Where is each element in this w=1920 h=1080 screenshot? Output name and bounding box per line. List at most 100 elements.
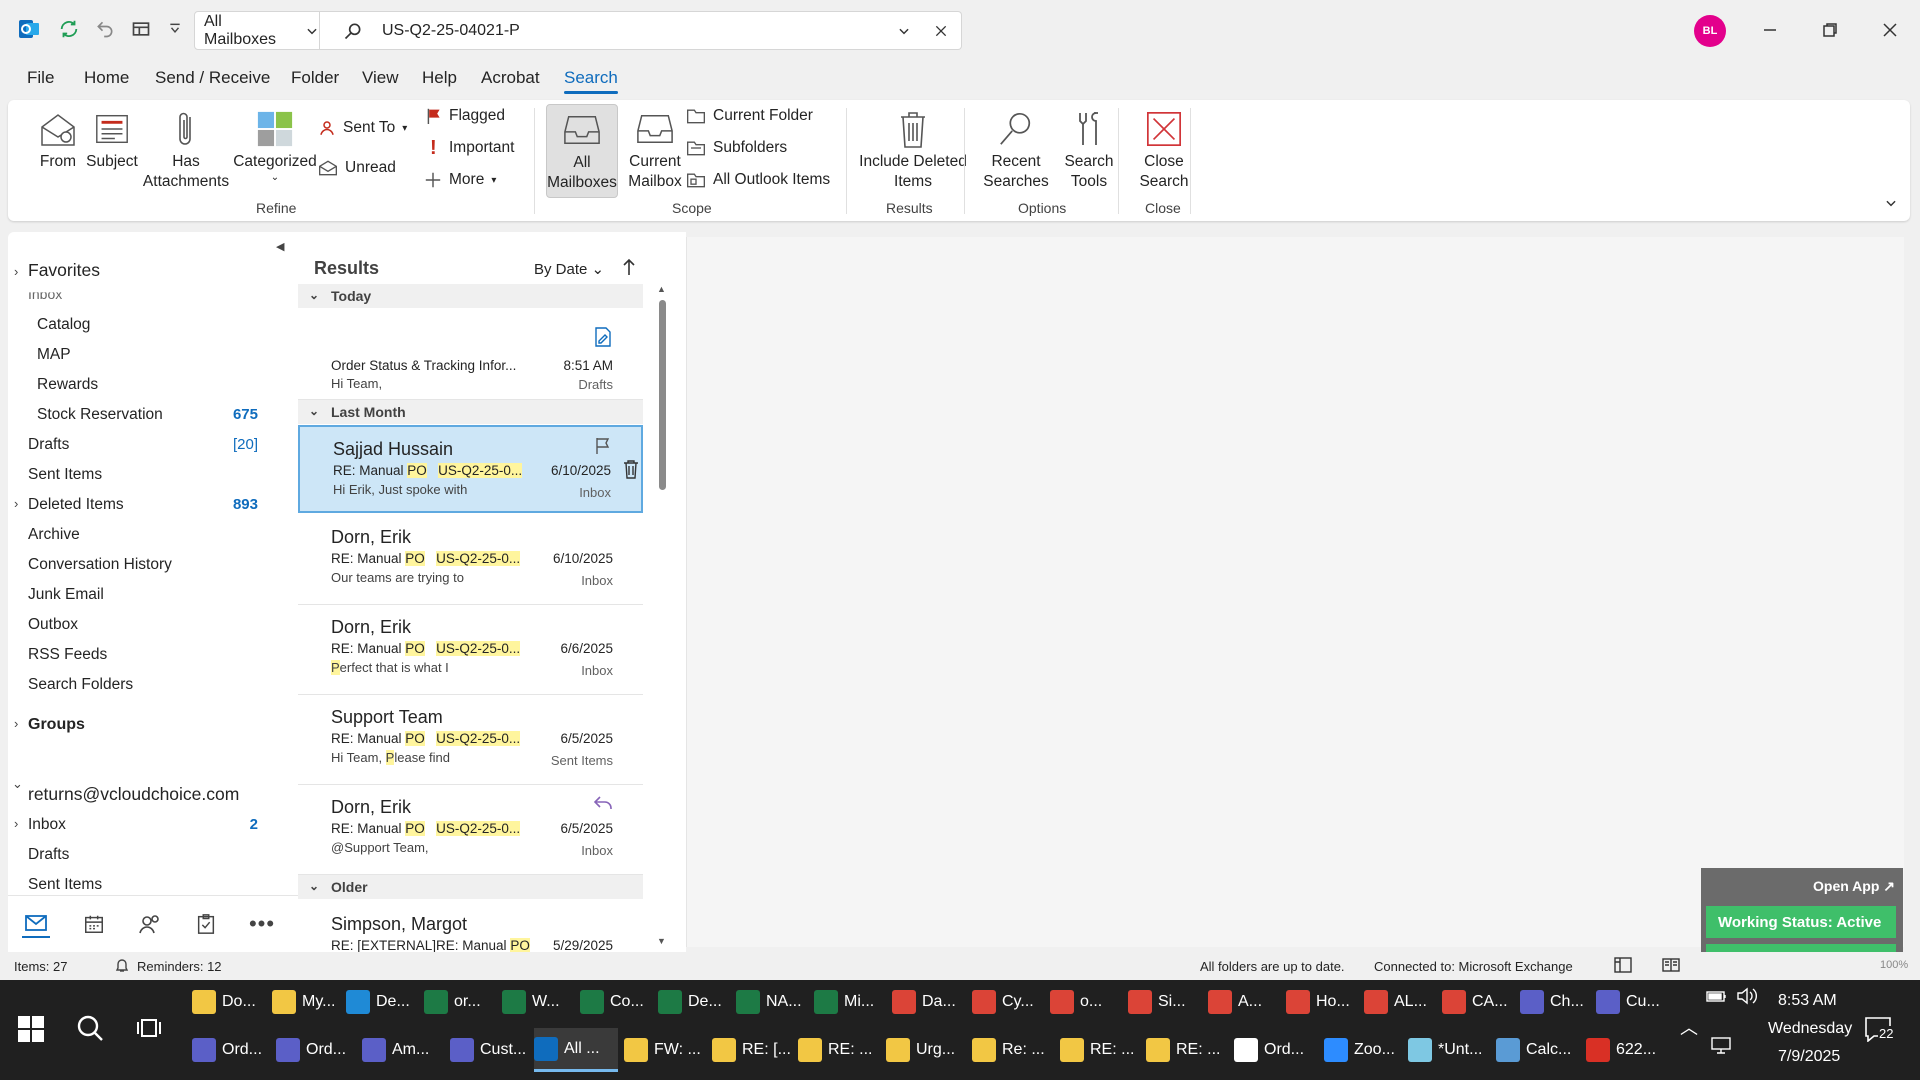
favorites-header[interactable]: Favorites [28,260,100,281]
taskbar-app-button[interactable]: 622... [1586,1028,1662,1072]
current-mailbox-button[interactable]: Current Mailbox [622,106,688,192]
categorized-button[interactable]: Categorized ⌄ [226,106,324,184]
taskbar-app-button[interactable]: RE: ... [798,1028,880,1072]
taskbar-app-button[interactable]: RE: ... [1146,1028,1228,1072]
sort-by-dropdown[interactable]: By Date ⌄ [534,260,604,278]
list-item[interactable]: Dorn, Erik RE: Manual PO US-Q2-25-0... O… [298,515,643,605]
taskbar-app-button[interactable]: Co... [580,980,652,1024]
close-window-icon[interactable] [1878,18,1902,42]
taskbar-app-button[interactable]: Urg... [886,1028,966,1072]
tab-file[interactable]: File [27,68,54,88]
search-box[interactable]: US-Q2-25-04021-P [320,11,962,50]
tab-folder[interactable]: Folder [291,68,339,88]
volume-icon[interactable] [1736,986,1758,1006]
calendar-icon[interactable] [80,910,108,938]
group-header-today[interactable]: ⌄ Today [298,284,643,308]
taskbar-app-button[interactable]: Zoo... [1324,1028,1402,1072]
taskbar-app-button[interactable]: Si... [1128,980,1202,1024]
tab-home[interactable]: Home [84,68,129,88]
folder-sent-items[interactable]: Sent Items [28,466,102,484]
folder-stock-reservation[interactable]: Stock Reservation [37,406,163,424]
taskbar-app-button[interactable]: De... [658,980,730,1024]
sent-to-button[interactable]: Sent To ▾ [318,116,407,140]
taskbar-app-button[interactable]: *Unt... [1408,1028,1490,1072]
list-item[interactable]: Dorn, Erik RE: Manual PO US-Q2-25-0... @… [298,785,643,875]
minimize-icon[interactable] [1758,18,1782,42]
task-view-icon[interactable] [136,1016,162,1040]
has-attachments-button[interactable]: Has Attachments [138,106,234,192]
flagged-button[interactable]: Flagged [426,104,505,128]
taskbar-app-button[interactable]: Da... [892,980,966,1024]
tab-search[interactable]: Search [564,68,618,94]
collapse-ribbon-chevron-icon[interactable] [1884,196,1898,210]
search-history-chevron-icon[interactable] [897,24,911,38]
folder-archive[interactable]: Archive [28,526,80,544]
list-item[interactable]: Order Status & Tracking Infor... Hi Team… [298,308,643,400]
list-item[interactable]: Support Team RE: Manual PO US-Q2-25-0...… [298,695,643,785]
account-header[interactable]: returns@vcloudchoice.com [28,784,239,805]
from-button[interactable]: From [30,106,86,172]
taskbar-app-button[interactable]: Cy... [972,980,1044,1024]
taskbar-app-button[interactable]: Cust... [450,1028,528,1072]
notifications-icon[interactable]: 22 [1864,1016,1895,1042]
clock-time[interactable]: 8:53 AM [1778,992,1837,1010]
taskbar-app-button[interactable]: RE: ... [1060,1028,1140,1072]
folder-map[interactable]: MAP [37,346,71,364]
people-icon[interactable] [136,910,164,938]
taskbar-app-button[interactable]: All ... [534,1028,618,1072]
scrollbar-thumb[interactable] [659,300,666,490]
taskbar-app-button[interactable]: RE: [... [712,1028,792,1072]
battery-icon[interactable] [1706,988,1728,1004]
scroll-down-icon[interactable]: ▼ [657,936,666,946]
tab-acrobat[interactable]: Acrobat [481,68,540,88]
folder-inbox[interactable]: Inbox [28,816,66,834]
reminders-count[interactable]: Reminders: 12 [137,959,222,974]
taskbar-app-button[interactable]: Ch... [1520,980,1590,1024]
scrollbar[interactable]: ▲ ▼ [656,284,668,949]
search-input[interactable]: US-Q2-25-04021-P [382,22,897,40]
mail-icon[interactable] [22,910,50,938]
tab-view[interactable]: View [362,68,399,88]
folder-rss-feeds[interactable]: RSS Feeds [28,646,107,664]
list-item[interactable]: Sajjad Hussain RE: Manual PO US-Q2-25-0.… [298,425,643,513]
tasks-icon[interactable] [192,910,220,938]
groups-header[interactable]: Groups [28,716,85,734]
taskbar-app-button[interactable]: Ho... [1286,980,1358,1024]
reading-view-icon[interactable] [1662,957,1680,973]
group-header-last-month[interactable]: ⌄ Last Month [298,400,643,424]
sort-direction-icon[interactable] [622,258,636,276]
taskbar-app-button[interactable]: Ord... [1234,1028,1318,1072]
folder-outbox[interactable]: Outbox [28,616,78,634]
chevron-right-icon[interactable]: › [14,496,18,511]
folder-rewards[interactable]: Rewards [37,376,98,394]
taskbar-app-button[interactable]: Ord... [192,1028,270,1072]
normal-view-icon[interactable] [1614,957,1632,973]
chevron-down-icon[interactable]: ⌄ [12,776,23,792]
undo-icon[interactable] [92,16,118,42]
sync-icon[interactable] [56,16,82,42]
collapse-pane-icon[interactable]: ◀ [276,240,284,253]
zoom-level[interactable]: 100% [1880,959,1908,971]
subfolders-button[interactable]: Subfolders [686,136,787,160]
avatar[interactable]: BL [1694,15,1726,47]
group-header-older[interactable]: ⌄ Older [298,875,643,899]
taskbar-app-button[interactable]: AL... [1364,980,1436,1024]
scroll-up-icon[interactable]: ▲ [657,284,666,294]
taskbar-app-button[interactable]: W... [502,980,574,1024]
taskbar-app-button[interactable]: CA... [1442,980,1514,1024]
taskbar-app-button[interactable]: or... [424,980,496,1024]
include-deleted-items-button[interactable]: Include Deleted Items [858,106,968,192]
unread-button[interactable]: Unread [318,156,396,180]
taskbar-app-button[interactable]: Cu... [1596,980,1672,1024]
open-app-link[interactable]: Open App ↗ [1813,878,1895,895]
taskbar-app-button[interactable]: Do... [192,980,266,1024]
all-outlook-items-button[interactable]: All Outlook Items [686,168,830,192]
chevron-right-icon[interactable]: › [14,716,18,731]
taskbar-app-button[interactable]: Ord... [276,1028,356,1072]
taskbar-app-button[interactable]: o... [1050,980,1122,1024]
current-folder-button[interactable]: Current Folder [686,104,813,128]
show-hidden-icons-chevron-icon[interactable]: ︿ [1680,1014,1698,1040]
taskbar-app-button[interactable]: De... [346,980,418,1024]
more-apps-icon[interactable]: ••• [248,910,276,938]
clear-search-icon[interactable] [933,23,949,39]
